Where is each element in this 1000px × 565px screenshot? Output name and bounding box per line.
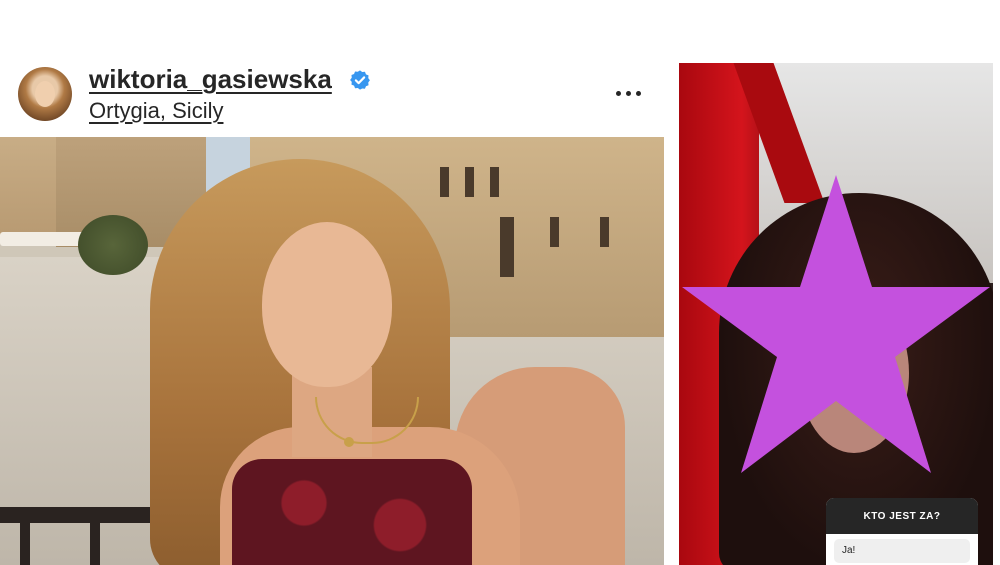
post-location[interactable]: Ortygia, Sicily	[89, 98, 223, 124]
post-username[interactable]: wiktoria_gasiewska	[89, 64, 332, 95]
question-sticker[interactable]: KTO JEST ZA? Ja!	[826, 498, 978, 565]
window	[440, 167, 449, 197]
profile-avatar[interactable]	[18, 67, 72, 121]
more-dot	[615, 90, 621, 96]
tree	[78, 215, 148, 275]
building-left	[0, 137, 60, 237]
window	[550, 217, 559, 247]
red-dress	[232, 459, 472, 565]
railing-post	[20, 522, 30, 565]
star-sticker-icon	[682, 175, 990, 473]
window	[490, 167, 499, 197]
window	[600, 217, 609, 247]
doorway	[500, 217, 514, 277]
question-sticker-title: KTO JEST ZA?	[826, 498, 978, 534]
woman-face	[262, 222, 392, 387]
post-photo[interactable]	[0, 137, 664, 565]
more-options-icon[interactable]	[605, 78, 651, 108]
railing-post	[90, 522, 100, 565]
avatar-face	[35, 81, 55, 107]
cafe-umbrella	[0, 232, 85, 246]
necklace-pendant	[344, 437, 354, 447]
more-dot	[635, 90, 641, 96]
window	[465, 167, 474, 197]
question-sticker-answer[interactable]: Ja!	[834, 539, 970, 563]
more-dot	[625, 90, 631, 96]
verified-badge-icon	[350, 70, 370, 90]
railing	[0, 507, 160, 523]
